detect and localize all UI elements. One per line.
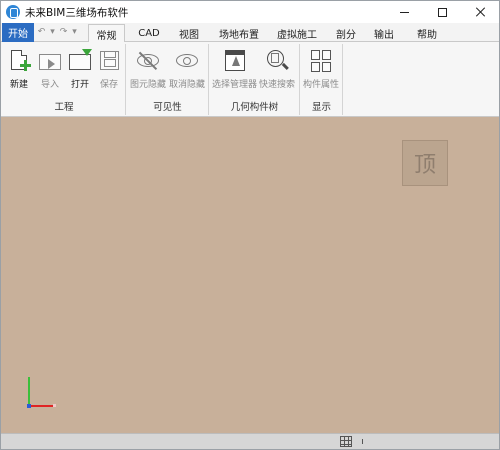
ribbon-tab-bar: 开始 ↶ ▾ ↷ ▾ 常规 CAD 视图 场地布置 虚拟施工 剖分 输出 帮助	[1, 23, 499, 43]
ribbon-group-display: 构件属性 显示	[301, 44, 343, 115]
unhide-button[interactable]: 取消隐藏	[169, 48, 205, 90]
new-document-icon	[7, 48, 31, 74]
hide-element-button[interactable]: 图元隐藏	[130, 48, 166, 90]
quick-search-button[interactable]: 快速搜索	[259, 48, 295, 90]
redo-icon[interactable]: ↷	[59, 26, 68, 39]
ribbon-panel: 新建 导入 打开 保存 工程 图元隐藏 取消隐藏 可见性 选择管理器 快速搜索 …	[1, 42, 499, 117]
maximize-icon	[437, 7, 447, 17]
new-button[interactable]: 新建	[7, 48, 31, 90]
save-button-label: 保存	[99, 80, 118, 90]
window-controls	[385, 1, 499, 23]
tab-section[interactable]: 剖分	[331, 24, 361, 42]
new-button-label: 新建	[9, 80, 28, 90]
app-window: 未来BIM三维场布软件 开始 ↶ ▾ ↷ ▾ 常规 CAD 视图 场地布置 虚拟…	[0, 0, 500, 450]
component-properties-button[interactable]: 构件属性	[303, 48, 339, 90]
unhide-label: 取消隐藏	[169, 80, 206, 90]
grid-icon[interactable]	[340, 436, 352, 447]
tab-view[interactable]: 视图	[171, 24, 207, 42]
axis-x-tip	[53, 404, 56, 407]
3d-viewport[interactable]: 顶	[1, 117, 499, 433]
selection-window-icon	[223, 48, 247, 74]
selection-manager-label: 选择管理器	[212, 80, 258, 90]
tab-help[interactable]: 帮助	[411, 24, 443, 42]
tab-site-layout[interactable]: 场地布置	[214, 24, 264, 42]
quick-search-label: 快速搜索	[259, 80, 296, 90]
axis-x-indicator	[28, 405, 53, 407]
ribbon-group-project: 新建 导入 打开 保存 工程	[3, 44, 126, 115]
undo-dropdown-icon[interactable]: ▾	[48, 26, 57, 39]
eye-slash-icon	[136, 48, 160, 74]
window-title: 未来BIM三维场布软件	[25, 6, 129, 19]
redo-dropdown-icon[interactable]: ▾	[70, 26, 79, 39]
axis-y-indicator	[28, 377, 30, 407]
close-button[interactable]	[461, 1, 499, 23]
save-button[interactable]: 保存	[97, 48, 121, 90]
save-icon	[97, 48, 121, 74]
ribbon-group-visibility: 图元隐藏 取消隐藏 可见性	[127, 44, 209, 115]
minimize-button[interactable]	[385, 1, 423, 23]
component-blocks-icon	[309, 48, 333, 74]
open-button-label: 打开	[70, 80, 89, 90]
minimize-icon	[399, 11, 409, 13]
tab-virtual-construction[interactable]: 虚拟施工	[271, 24, 323, 42]
tab-general[interactable]: 常规	[88, 24, 125, 43]
component-properties-label: 构件属性	[303, 80, 340, 90]
app-logo-icon	[6, 5, 20, 19]
close-icon	[475, 7, 485, 17]
open-button[interactable]: 打开	[68, 48, 92, 90]
group-label-display: 显示	[311, 102, 331, 113]
undo-icon[interactable]: ↶	[37, 26, 46, 39]
import-folder-icon	[38, 48, 62, 74]
group-label-project: 工程	[54, 102, 74, 113]
axis-z-indicator	[27, 404, 31, 408]
group-label-geometry-tree: 几何构件树	[230, 102, 279, 113]
tab-cad[interactable]: CAD	[131, 24, 167, 42]
eye-icon	[175, 48, 199, 74]
selection-manager-button[interactable]: 选择管理器	[212, 48, 257, 90]
magnifier-icon	[265, 48, 289, 74]
open-folder-icon	[68, 48, 92, 74]
tab-output[interactable]: 输出	[368, 24, 400, 42]
title-bar: 未来BIM三维场布软件	[1, 1, 499, 23]
status-bar	[1, 433, 499, 449]
ribbon-group-geometry-tree: 选择管理器 快速搜索 几何构件树	[210, 44, 300, 115]
quick-access-toolbar: ↶ ▾ ↷ ▾	[37, 26, 79, 39]
start-menu-button[interactable]: 开始	[2, 23, 34, 42]
import-button-label: 导入	[40, 80, 59, 90]
import-button[interactable]: 导入	[38, 48, 62, 90]
view-cube-top[interactable]: 顶	[402, 140, 448, 186]
status-separator	[362, 439, 363, 444]
group-label-visibility: 可见性	[153, 102, 182, 113]
maximize-button[interactable]	[423, 1, 461, 23]
hide-element-label: 图元隐藏	[130, 80, 167, 90]
